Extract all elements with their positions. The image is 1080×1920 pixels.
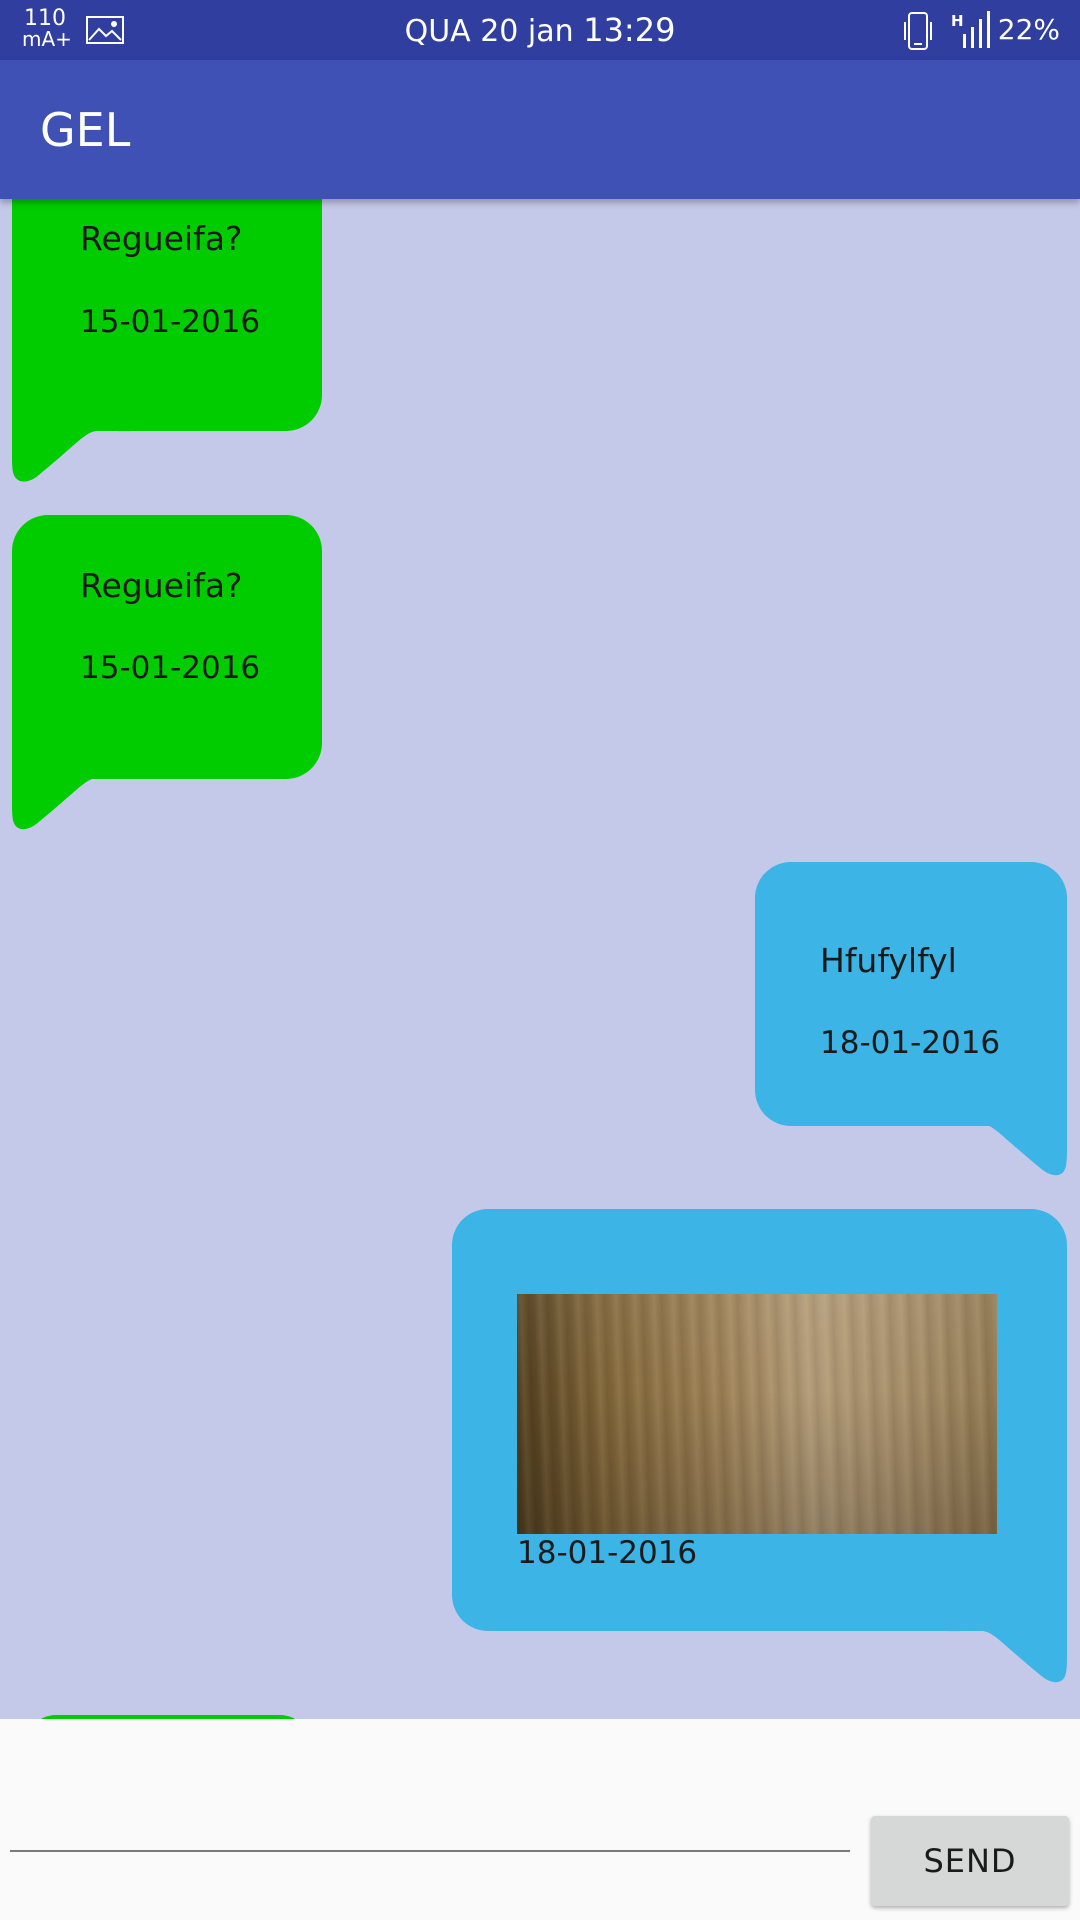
message-text: Hfufylfyl: [820, 941, 957, 980]
status-date: QUA 20 jan: [404, 14, 574, 49]
message-text: Regueifa?: [80, 566, 243, 605]
message-date: 18-01-2016: [517, 1535, 698, 1571]
battery-level: 22%: [997, 13, 1060, 46]
message-date: 15-01-2016: [80, 650, 261, 686]
page-title: GEL: [40, 103, 131, 157]
app-bar: GEL: [0, 60, 1080, 199]
bubble-tail: [12, 384, 132, 482]
message-date: 15-01-2016: [80, 304, 261, 340]
status-time: 13:29: [583, 11, 676, 49]
bubble-tail: [12, 729, 132, 830]
message-input[interactable]: [10, 1782, 850, 1852]
message-text: Regueifa?: [80, 219, 243, 258]
message-date: 18-01-2016: [820, 1025, 1001, 1061]
message-photo[interactable]: [517, 1294, 997, 1534]
phone-icon: [904, 12, 932, 50]
status-bar: 110 mA+ QUA 20 jan 13:29 H 22%: [0, 0, 1080, 60]
chat-list[interactable]: Regueifa? 15-01-2016 Regueifa? 15-01-201…: [0, 199, 1080, 1719]
bubble-tail: [947, 1582, 1067, 1683]
send-button[interactable]: SEND: [871, 1816, 1069, 1906]
bubble-tail: [947, 1076, 1067, 1176]
signal-icon: H: [951, 11, 990, 48]
network-type: H: [951, 12, 964, 30]
